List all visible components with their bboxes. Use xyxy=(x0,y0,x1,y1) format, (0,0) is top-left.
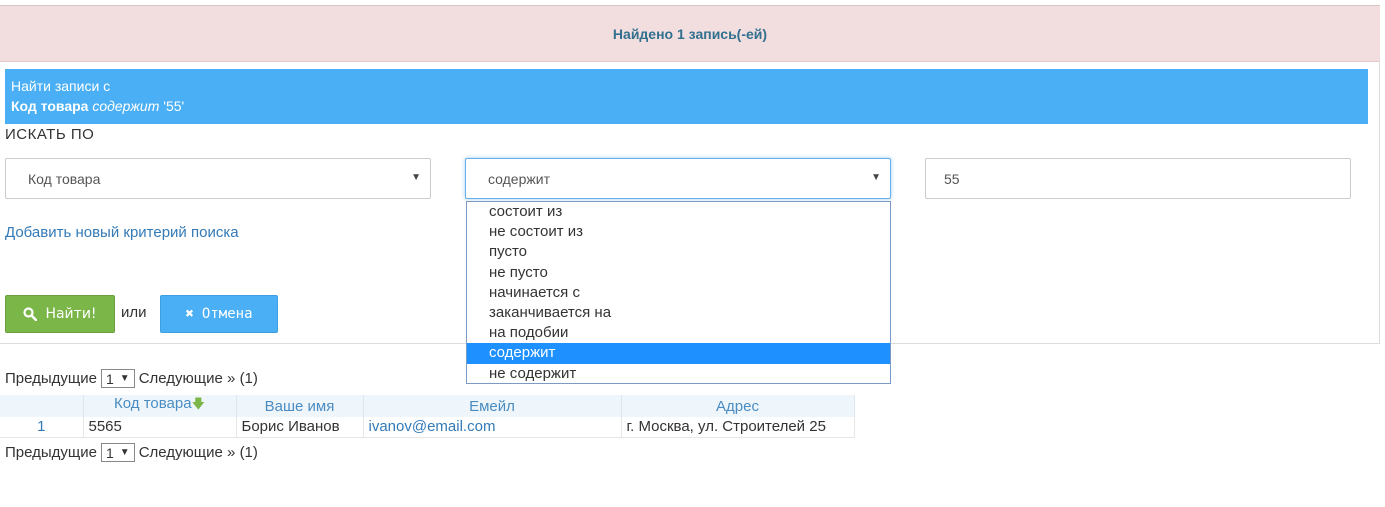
column-header-code-label: Код товара xyxy=(114,395,192,412)
operator-option[interactable]: не содержит xyxy=(467,364,890,384)
chevron-down-icon: ▼ xyxy=(871,172,881,183)
field-select[interactable]: Код товара ▼ xyxy=(5,158,431,199)
operator-option[interactable]: состоит из xyxy=(467,202,890,222)
operator-select[interactable]: содержит ▼ xyxy=(465,158,891,199)
cancel-button-label: Отмена xyxy=(201,306,253,322)
cell-address: г. Москва, ул. Строителей 25 xyxy=(621,417,855,438)
find-button[interactable]: Найти! xyxy=(5,295,115,333)
close-icon: ✖ xyxy=(185,306,194,322)
operator-option[interactable]: содержит xyxy=(467,343,890,364)
cancel-button[interactable]: ✖ Отмена xyxy=(160,295,278,333)
pager-bottom: Предыдущие 1 ▼ Следующие » (1) xyxy=(5,443,258,462)
search-value-input[interactable]: 55 xyxy=(925,158,1351,199)
find-button-label: Найти! xyxy=(45,306,97,322)
criteria-header: Найти записи с xyxy=(11,78,111,94)
pager-next[interactable]: Следующие » xyxy=(139,444,236,461)
page-select-value: 1 xyxy=(106,444,114,461)
pager-top: Предыдущие 1 ▼ Следующие » (1) xyxy=(5,369,258,388)
column-header-code[interactable]: Код товара🡇 xyxy=(83,395,237,417)
chevron-down-icon: ▼ xyxy=(119,447,130,458)
criteria-operator: содержит xyxy=(92,98,160,114)
column-header-num xyxy=(0,395,84,417)
pager-next[interactable]: Следующие » xyxy=(139,370,236,387)
pager-total: (1) xyxy=(239,370,258,387)
criteria-summary: Найти записи с Код товара содержит '55' xyxy=(5,69,1368,124)
field-select-value: Код товара xyxy=(28,170,101,187)
search-icon xyxy=(23,307,38,321)
cell-code: 5565 xyxy=(83,417,237,438)
operator-option[interactable]: заканчивается на xyxy=(467,303,890,323)
criteria-line: Код товара содержит '55' xyxy=(11,96,1362,116)
cell-name: Борис Иванов xyxy=(236,417,364,438)
results-count-text: Найдено 1 запись(-ей) xyxy=(612,25,768,42)
or-text: или xyxy=(121,304,147,321)
chevron-down-icon: ▼ xyxy=(411,172,421,183)
operator-select-value: содержит xyxy=(488,170,550,187)
chevron-down-icon: ▼ xyxy=(119,373,130,384)
column-header-address[interactable]: Адрес xyxy=(621,395,855,417)
search-by-label: ИСКАТЬ ПО xyxy=(5,126,95,143)
operator-option[interactable]: не состоит из xyxy=(467,222,890,242)
operator-option[interactable]: не пусто xyxy=(467,263,890,283)
add-criteria-link[interactable]: Добавить новый критерий поиска xyxy=(5,224,239,241)
operator-option[interactable]: на подобии xyxy=(467,323,890,343)
operator-option[interactable]: начинается с xyxy=(467,283,890,303)
column-header-email[interactable]: Емейл xyxy=(363,395,622,417)
page-select[interactable]: 1 ▼ xyxy=(101,369,135,388)
table-header-row: Код товара🡇 Ваше имя Емейл Адрес xyxy=(0,395,855,417)
cell-email-link[interactable]: ivanov@email.com xyxy=(363,417,622,438)
row-number-link[interactable]: 1 xyxy=(0,417,84,438)
pager-prev[interactable]: Предыдущие xyxy=(5,370,97,387)
pager-total: (1) xyxy=(239,444,258,461)
column-header-name[interactable]: Ваше имя xyxy=(236,395,364,417)
operator-dropdown-list: состоит из не состоит из пусто не пусто … xyxy=(466,201,891,384)
criteria-field: Код товара xyxy=(11,98,89,114)
pager-prev[interactable]: Предыдущие xyxy=(5,444,97,461)
operator-option[interactable]: пусто xyxy=(467,242,890,262)
page-select-value: 1 xyxy=(106,370,114,387)
sort-arrow-icon: 🡇 xyxy=(191,396,205,411)
table-row: 1 5565 Борис Иванов ivanov@email.com г. … xyxy=(0,417,855,438)
results-count-banner: Найдено 1 запись(-ей) xyxy=(0,6,1380,62)
results-table: Код товара🡇 Ваше имя Емейл Адрес 1 5565 … xyxy=(0,395,855,438)
search-value-text: 55 xyxy=(944,170,960,187)
criteria-value: '55' xyxy=(163,98,185,114)
page-select[interactable]: 1 ▼ xyxy=(101,443,135,462)
